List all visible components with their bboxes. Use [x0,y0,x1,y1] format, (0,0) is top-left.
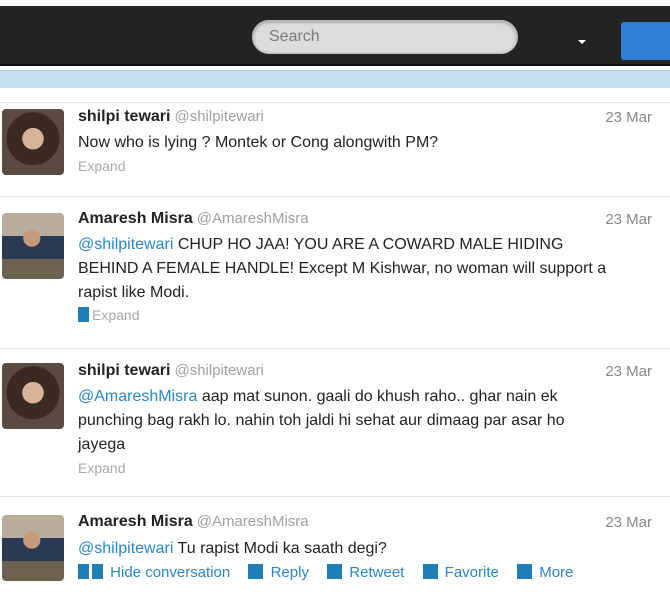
tweet-actions: Hide conversation Reply Retweet Favorite… [78,564,587,581]
favorite-button[interactable]: Favorite [422,564,499,581]
author-name[interactable]: shilpi tewari [78,108,170,125]
reply-label[interactable]: Reply [271,564,309,581]
dropdown-caret-icon[interactable] [578,40,586,44]
author-name[interactable]: Amaresh Misra [78,210,193,227]
tweet-text: @shilpitewari Tu rapist Modi ka saath de… [78,537,658,561]
search-input[interactable]: Search [252,20,518,54]
mention-link[interactable]: @shilpitewari [78,540,173,557]
conversation-icon [78,564,89,579]
tweet-author[interactable]: Amaresh Misra @AmareshMisra [78,513,309,531]
compose-button[interactable] [621,22,670,60]
retweet-icon [327,564,343,579]
expand-link[interactable]: Expand [78,158,125,174]
hide-conversation-label[interactable]: Hide conversation [110,564,230,581]
author-handle[interactable]: @shilpitewari [174,108,263,125]
conversation-icon [92,564,103,579]
favorite-icon [422,564,438,579]
stream-header-strip [0,70,670,88]
tweet-date[interactable]: 23 Mar [605,514,652,531]
more-button[interactable]: More [517,564,573,581]
author-handle[interactable]: @AmareshMisra [197,513,309,530]
tweet-text: Now who is lying ? Montek or Cong alongw… [78,134,439,151]
tweet-author[interactable]: Amaresh Misra @AmareshMisra [78,210,309,228]
mention-link[interactable]: @shilpitewari [78,236,173,253]
tweet-text-line: jayega [78,436,126,453]
reply-button[interactable]: Reply [248,564,309,581]
tweet-text-line: Tu rapist Modi ka saath degi? [173,540,387,557]
tweet-text-line: rapist like Modi. [78,284,190,301]
retweet-label[interactable]: Retweet [349,564,404,581]
tweet-text-line: punching bag rakh lo. nahin toh jaldi hi… [78,412,565,429]
tweet-text-line: aap mat sunon. gaali do khush raho.. gha… [197,388,558,405]
expand-icon [78,307,89,322]
favorite-label[interactable]: Favorite [445,564,499,581]
tweet-text: @AmareshMisra aap mat sunon. gaali do kh… [78,385,658,457]
retweet-button[interactable]: Retweet [327,564,404,581]
tweet-text: @shilpitewari CHUP HO JAA! YOU ARE A COW… [78,233,658,305]
tweet-date[interactable]: 23 Mar [605,363,652,380]
hide-conversation-button[interactable]: Hide conversation [78,564,230,581]
expand-link[interactable]: Expand [78,460,125,476]
mention-link[interactable]: @AmareshMisra [78,388,197,405]
tweet-text-line: BEHIND A FEMALE HANDLE! Except M Kishwar… [78,260,607,277]
avatar[interactable] [2,109,64,175]
more-label[interactable]: More [539,564,573,581]
reply-icon [248,564,264,579]
tweet-item[interactable]: Amaresh Misra @AmareshMisra 23 Mar @shilp… [0,196,670,348]
author-name[interactable]: Amaresh Misra [78,513,193,530]
expand-label[interactable]: Expand [92,307,139,323]
author-handle[interactable]: @AmareshMisra [197,210,309,227]
avatar[interactable] [2,213,64,279]
tweet-text-line: CHUP HO JAA! YOU ARE A COWARD MALE HIDIN… [173,236,564,253]
author-name[interactable]: shilpi tewari [78,362,170,379]
tweet-item[interactable]: shilpi tewari @shilpitewari 23 Mar @Amare… [0,348,670,496]
expand-link[interactable]: Expand [78,307,139,323]
tweet-item[interactable]: Amaresh Misra @AmareshMisra 23 Mar @shilp… [0,496,670,600]
tweet-date[interactable]: 23 Mar [605,211,652,228]
author-handle[interactable]: @shilpitewari [174,362,263,379]
tweet-item[interactable]: shilpi tewari @shilpitewari 23 Mar Now wh… [0,102,670,196]
tweet-author[interactable]: shilpi tewari @shilpitewari [78,362,264,380]
avatar[interactable] [2,515,64,581]
tweet-date[interactable]: 23 Mar [605,109,652,126]
tweet-author[interactable]: shilpi tewari @shilpitewari [78,108,264,126]
more-icon [517,564,533,579]
top-navigation-bar: Search [0,0,670,66]
avatar[interactable] [2,363,64,429]
